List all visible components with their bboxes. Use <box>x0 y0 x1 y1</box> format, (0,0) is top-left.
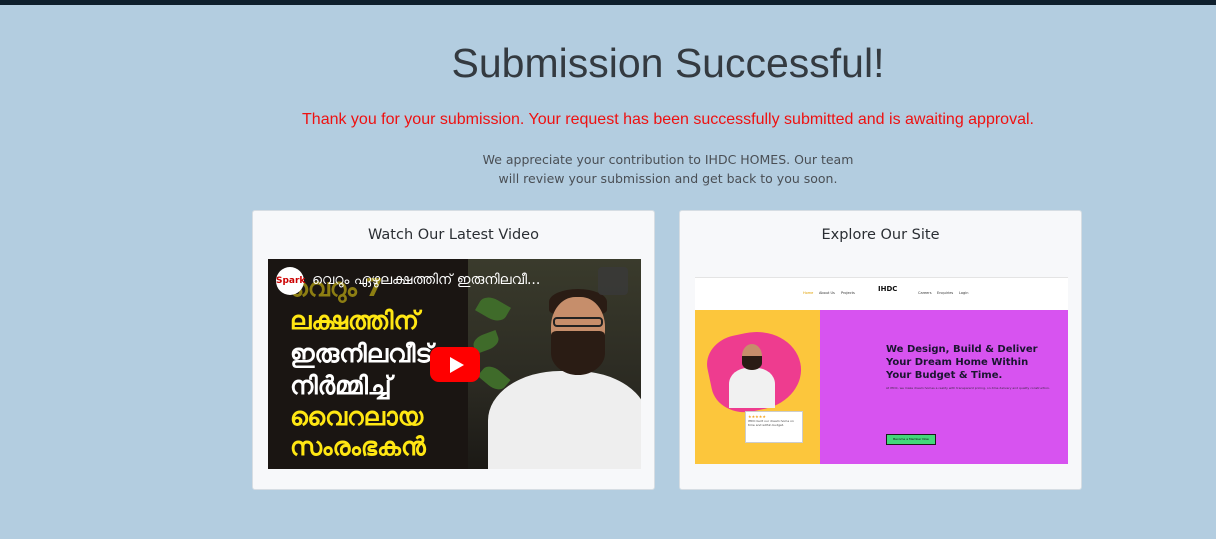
thumbnail-line: ഇരുനിലവീട് <box>290 339 433 368</box>
appreciation-text: We appreciate your contribution to IHDC … <box>482 152 854 186</box>
video-title[interactable]: വെറും ഏഴുലക്ഷത്തിന് ഇരുനിലവീ... <box>312 272 540 288</box>
thumbnail-line: നിർമ്മിച്ച് <box>290 371 392 400</box>
hero-heading-line: Your Budget & Time. <box>886 370 1003 381</box>
site-logo[interactable]: IHDC <box>878 285 897 302</box>
thank-you-message: Thank you for your submission. Your requ… <box>302 111 1034 128</box>
hero-heading: We Design, Build & Deliver Your Dream Ho… <box>886 343 1038 382</box>
hero-heading-line: We Design, Build & Deliver <box>886 344 1038 355</box>
person-shirt <box>488 371 641 469</box>
channel-logo[interactable]: Spark <box>276 267 305 295</box>
nav-item[interactable]: Login <box>959 291 968 295</box>
page-title: Submission Successful! <box>451 40 885 86</box>
video-card-title: Watch Our Latest Video <box>368 227 539 243</box>
hero-text: At IHDC, we make dream homes a reality w… <box>886 386 1050 390</box>
thumbnail-line: ലക്ഷത്തിന് <box>290 306 419 335</box>
thumbnail-line: വൈറലായ <box>290 402 424 431</box>
nav-item[interactable]: Careers <box>918 291 932 295</box>
youtube-video-embed[interactable]: വെറും 7 ലക്ഷത്തിന് ഇരുനിലവീട് നിർമ്മിച്ച… <box>268 259 641 469</box>
thumbnail-line: സംരംഭകൻ <box>290 432 426 461</box>
glasses <box>553 317 603 327</box>
become-member-button[interactable]: Become a Member Now <box>886 434 936 445</box>
site-nav: Home About Us Projects IHDC Careers Enqu… <box>695 278 1068 310</box>
nav-item[interactable]: Enquiries <box>937 291 953 295</box>
video-card: Watch Our Latest Video വെറും 7 ലക്ഷത്തിന… <box>252 210 655 490</box>
founder-photo <box>727 338 777 408</box>
site-card: Explore Our Site Home About Us Projects … <box>679 210 1082 490</box>
founder-beard <box>742 356 762 370</box>
nav-item[interactable]: About Us <box>819 291 835 295</box>
microphone-logo <box>598 267 628 295</box>
top-bar <box>0 0 1216 5</box>
site-card-title: Explore Our Site <box>821 227 940 243</box>
nav-item[interactable]: Home <box>803 291 813 295</box>
hero-heading-line: Your Dream Home Within <box>886 357 1029 368</box>
review-text: IHDC built our dream home on time and wi… <box>748 419 794 427</box>
site-preview[interactable]: Home About Us Projects IHDC Careers Enqu… <box>695 277 1068 464</box>
review-card: ★★★★★ IHDC built our dream home on time … <box>745 411 803 443</box>
founder-shirt <box>729 368 775 408</box>
person-beard <box>551 331 605 375</box>
play-icon[interactable] <box>430 347 480 382</box>
nav-item[interactable]: Projects <box>841 291 855 295</box>
